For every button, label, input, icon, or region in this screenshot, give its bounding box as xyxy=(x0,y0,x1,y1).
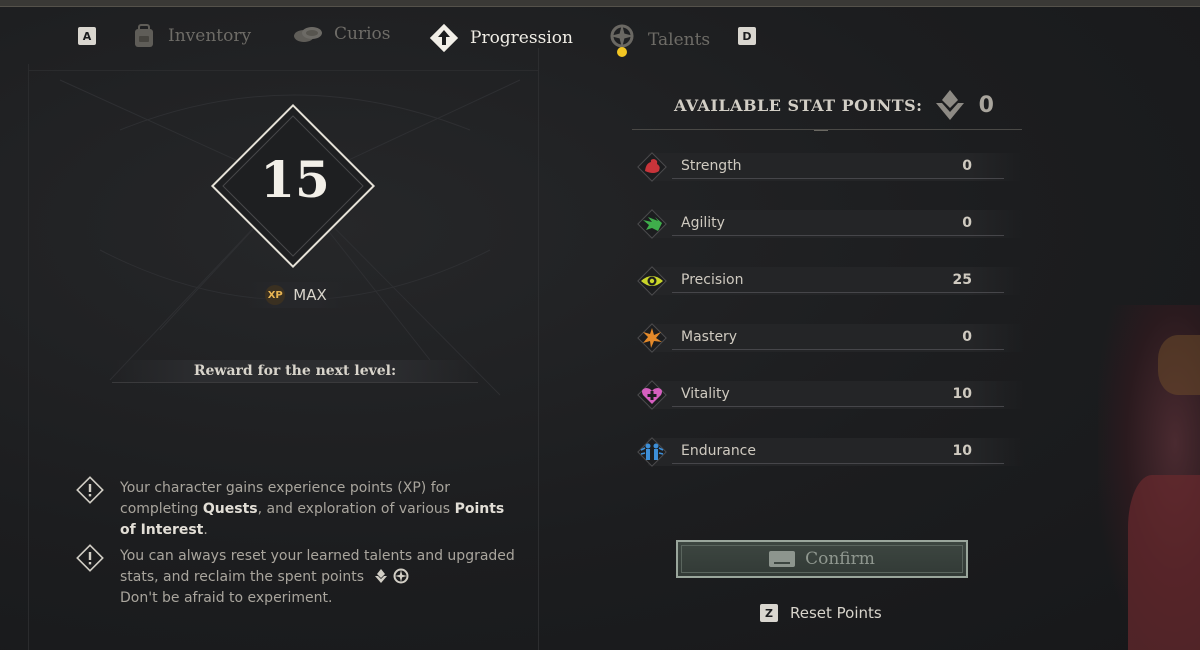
stat-point-icon xyxy=(935,90,964,120)
stat-row-precision[interactable]: Precision 25 xyxy=(632,261,1024,301)
prev-tab-key[interactable]: A xyxy=(78,27,96,45)
vitality-icon xyxy=(637,380,667,410)
stat-value: 25 xyxy=(952,272,972,288)
stat-value: 0 xyxy=(962,158,972,174)
stat-row-agility[interactable]: Agility 0 xyxy=(632,204,1024,244)
tab-inventory[interactable]: Inventory xyxy=(130,22,251,50)
available-stat-points: AVAILABLE STAT POINTS: 0 xyxy=(674,90,994,120)
tab-curios-label: Curios xyxy=(334,24,391,44)
stat-name: Endurance xyxy=(681,443,756,459)
agility-icon xyxy=(637,209,667,239)
compass-icon xyxy=(610,24,634,57)
info-reset: You can always reset your learned talent… xyxy=(76,544,516,609)
stat-name: Precision xyxy=(681,272,744,288)
stat-name: Mastery xyxy=(681,329,738,345)
precision-icon xyxy=(637,266,667,296)
endurance-icon xyxy=(637,437,667,467)
confirm-button[interactable]: Confirm xyxy=(676,540,968,578)
info-xp-text: Your character gains experience points (… xyxy=(120,480,505,538)
arrow-up-diamond-icon xyxy=(429,23,459,53)
available-stat-points-value: 0 xyxy=(978,92,994,118)
xp-value: MAX xyxy=(293,286,327,304)
reset-points-label: Reset Points xyxy=(790,604,882,622)
character-figure xyxy=(1098,305,1200,650)
xp-status: XP MAX xyxy=(248,282,344,308)
info-reset-text: You can always reset your learned talent… xyxy=(120,548,515,606)
stat-name: Strength xyxy=(681,158,742,174)
xp-icon: XP xyxy=(265,285,286,305)
stat-value: 0 xyxy=(962,215,972,231)
stat-value: 10 xyxy=(952,386,972,402)
reset-key: Z xyxy=(760,604,778,622)
info-xp: Your character gains experience points (… xyxy=(76,476,516,541)
divider-ornament xyxy=(814,123,828,131)
stat-point-icon xyxy=(374,569,387,583)
mastery-icon xyxy=(637,323,667,353)
tab-talents-label: Talents xyxy=(648,30,711,50)
tab-progression-label: Progression xyxy=(470,28,573,48)
stat-row-strength[interactable]: Strength 0 xyxy=(632,147,1024,187)
reset-points-button[interactable]: Z Reset Points xyxy=(760,604,882,622)
tab-progression[interactable]: Progression xyxy=(428,22,573,54)
stat-row-endurance[interactable]: Endurance 10 xyxy=(632,432,1024,472)
tab-bar: A Inventory Curios Progression Talents D xyxy=(0,14,1200,58)
next-tab-key[interactable]: D xyxy=(738,27,756,45)
talent-point-icon xyxy=(393,568,409,584)
tab-curios[interactable]: Curios xyxy=(292,22,390,46)
reward-heading: Reward for the next level: xyxy=(112,360,478,383)
spacebar-key-icon xyxy=(769,551,796,567)
tab-talents[interactable]: Talents xyxy=(606,22,710,58)
coins-icon xyxy=(294,27,322,42)
stat-name: Agility xyxy=(681,215,725,231)
stat-row-vitality[interactable]: Vitality 10 xyxy=(632,375,1024,415)
backpack-icon xyxy=(135,24,153,47)
confirm-label: Confirm xyxy=(805,549,875,569)
stat-row-mastery[interactable]: Mastery 0 xyxy=(632,318,1024,358)
strength-icon xyxy=(637,152,667,182)
available-stat-points-label: AVAILABLE STAT POINTS: xyxy=(674,95,923,115)
stat-name: Vitality xyxy=(681,386,730,402)
info-diamond-icon xyxy=(76,476,104,504)
info-diamond-icon xyxy=(76,544,104,572)
stat-value: 0 xyxy=(962,329,972,345)
character-level: 15 xyxy=(260,150,330,209)
stat-value: 10 xyxy=(952,443,972,459)
tab-inventory-label: Inventory xyxy=(168,26,252,46)
